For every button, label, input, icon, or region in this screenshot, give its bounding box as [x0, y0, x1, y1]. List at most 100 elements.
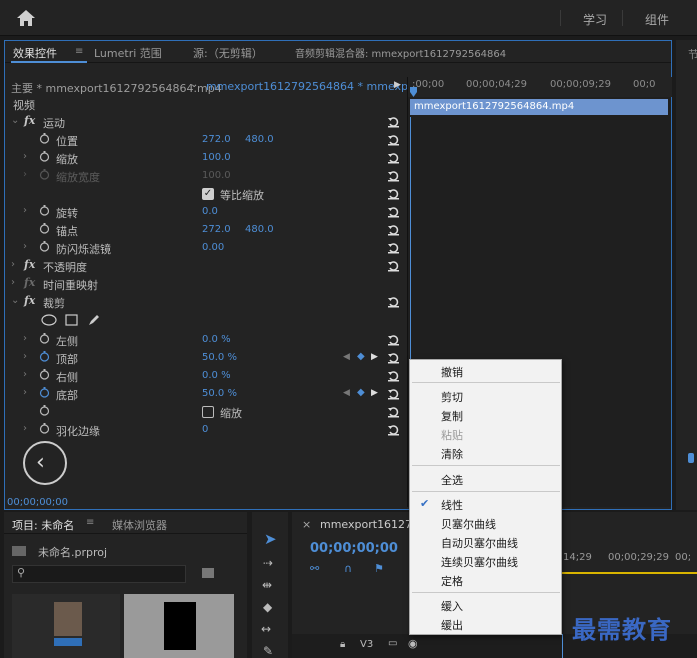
fx-icon[interactable]: fx	[24, 294, 35, 307]
reset-icon[interactable]	[387, 387, 400, 400]
bottom-value[interactable]: 50.0 %	[202, 388, 237, 399]
next-keyframe-icon[interactable]: ▶	[371, 352, 378, 362]
menu-item-clear[interactable]: 清除	[441, 446, 463, 462]
property-top[interactable]: › 顶部 50.0 % ◀ ◆ ▶	[5, 349, 407, 367]
pen-mask-icon[interactable]	[87, 313, 101, 327]
rectangle-mask-icon[interactable]	[65, 314, 78, 326]
anchor-x-value[interactable]: 272.0	[202, 224, 231, 235]
reset-icon[interactable]	[387, 223, 400, 236]
feather-value[interactable]: 0	[202, 424, 208, 435]
workspace-learn[interactable]: 学习	[583, 11, 607, 28]
home-icon[interactable]	[16, 9, 36, 27]
ellipse-mask-icon[interactable]	[41, 314, 57, 326]
menu-item-continuous-bezier[interactable]: 连续贝塞尔曲线	[441, 554, 518, 570]
add-keyframe-icon[interactable]: ◆	[357, 351, 365, 362]
razor-tool-icon[interactable]: ◆	[263, 600, 272, 614]
position-x-value[interactable]: 272.0	[202, 134, 231, 145]
chevron-down-icon[interactable]: ⌄	[11, 115, 19, 126]
chevron-right-icon[interactable]: ›	[23, 369, 27, 380]
reset-icon[interactable]	[387, 241, 400, 254]
fx-icon[interactable]: fx	[24, 114, 35, 127]
reset-icon[interactable]	[387, 133, 400, 146]
rotation-value[interactable]: 0.0	[202, 206, 218, 217]
clip-thumbnail[interactable]	[12, 594, 120, 658]
prev-keyframe-icon[interactable]: ◀	[343, 388, 350, 398]
chevron-right-icon[interactable]: ›	[23, 387, 27, 398]
fx-icon[interactable]: fx	[24, 258, 35, 271]
new-bin-icon[interactable]	[202, 568, 214, 578]
stopwatch-icon[interactable]	[39, 423, 50, 434]
nest-icon[interactable]: ⚯	[310, 562, 319, 575]
clip-bar[interactable]: mmexport1612792564864.mp4	[410, 99, 668, 115]
tab-effect-controls[interactable]: 效果控件	[13, 45, 57, 61]
menu-item-auto-bezier[interactable]: 自动贝塞尔曲线	[441, 535, 518, 551]
anchor-y-value[interactable]: 480.0	[245, 224, 274, 235]
right-value[interactable]: 0.0 %	[202, 370, 231, 381]
reset-icon[interactable]	[387, 169, 400, 182]
close-icon[interactable]: ×	[302, 518, 311, 531]
reset-icon[interactable]	[387, 351, 400, 364]
reset-icon[interactable]	[387, 405, 400, 418]
ripple-edit-tool-icon[interactable]: ⇹	[262, 578, 272, 592]
back-button[interactable]: ‹	[23, 441, 67, 485]
reset-icon[interactable]	[387, 205, 400, 218]
work-area-bar[interactable]	[562, 572, 697, 574]
sync-lock-icon[interactable]: ▭	[388, 638, 397, 649]
effect-crop[interactable]: ⌄ fx 裁剪	[5, 293, 407, 311]
reset-icon[interactable]	[387, 333, 400, 346]
effect-time-remap[interactable]: › fx 时间重映射	[5, 275, 407, 293]
menu-item-undo[interactable]: 撤销	[441, 364, 463, 380]
stopwatch-icon[interactable]	[39, 223, 50, 234]
chevron-right-icon[interactable]: ›	[23, 351, 27, 362]
chevron-right-icon[interactable]: ›	[23, 151, 27, 162]
playhead[interactable]	[410, 87, 417, 97]
menu-item-hold[interactable]: 定格	[441, 573, 463, 589]
chevron-right-icon[interactable]: ›	[11, 277, 15, 288]
tab-source[interactable]: 源:（无剪辑）	[193, 45, 263, 61]
chevron-down-icon[interactable]: ⌄	[190, 79, 198, 90]
menu-icon[interactable]: ≡	[75, 46, 83, 57]
property-right[interactable]: › 右侧 0.0 %	[5, 367, 407, 385]
property-feather[interactable]: › 羽化边缘 0	[5, 421, 407, 439]
sequence-thumbnail[interactable]	[124, 594, 234, 658]
menu-item-bezier[interactable]: 贝塞尔曲线	[441, 516, 496, 532]
zoom-checkbox[interactable]	[202, 406, 214, 418]
sequence-timecode[interactable]: 00;00;00;00	[310, 541, 398, 556]
stopwatch-icon[interactable]	[39, 369, 50, 380]
menu-item-ease-in[interactable]: 缓入	[441, 598, 463, 614]
slip-tool-icon[interactable]: ↔	[261, 622, 271, 636]
menu-icon[interactable]: ≡	[86, 517, 94, 528]
scale-value[interactable]: 100.0	[202, 152, 231, 163]
effect-opacity[interactable]: › fx 不透明度	[5, 257, 407, 275]
tab-project[interactable]: 项目: 未命名	[12, 517, 74, 533]
property-anti-flicker[interactable]: › 防闪烁滤镜 0.00	[5, 239, 407, 257]
property-bottom[interactable]: › 底部 50.0 % ◀ ◆ ▶	[5, 385, 407, 403]
effect-motion[interactable]: ⌄ fx 运动	[5, 113, 407, 131]
anti-flicker-value[interactable]: 0.00	[202, 242, 224, 253]
position-y-value[interactable]: 480.0	[245, 134, 274, 145]
chevron-down-icon[interactable]: ⌄	[11, 295, 19, 306]
property-rotation[interactable]: › 旋转 0.0	[5, 203, 407, 221]
reset-icon[interactable]	[387, 259, 400, 272]
reset-icon[interactable]	[387, 423, 400, 436]
top-value[interactable]: 50.0 %	[202, 352, 237, 363]
time-ruler[interactable]: :00;00 00;00;04;29 00;00;09;29 00;0	[408, 77, 672, 97]
reset-icon[interactable]	[387, 187, 400, 200]
property-position[interactable]: 位置 272.0 480.0	[5, 131, 407, 149]
property-zoom[interactable]: 缩放	[5, 403, 407, 421]
stopwatch-active-icon[interactable]	[39, 351, 50, 362]
property-anchor[interactable]: 锚点 272.0 480.0	[5, 221, 407, 239]
panel-tab-fragment[interactable]: 节	[688, 46, 697, 62]
chevron-right-icon[interactable]: ›	[23, 333, 27, 344]
stopwatch-icon[interactable]	[39, 205, 50, 216]
menu-item-copy[interactable]: 复制	[441, 408, 463, 424]
tab-media-browser[interactable]: 媒体浏览器	[112, 517, 167, 533]
menu-item-select-all[interactable]: 全选	[441, 472, 463, 488]
pen-tool-icon[interactable]: ✎	[263, 644, 273, 658]
stopwatch-icon[interactable]	[39, 151, 50, 162]
next-keyframe-icon[interactable]: ▶	[371, 388, 378, 398]
stopwatch-icon[interactable]	[39, 133, 50, 144]
play-triangle-icon[interactable]: ▶	[394, 80, 401, 90]
snap-icon[interactable]: ∩	[344, 562, 352, 575]
linked-selection-icon[interactable]: ⚑	[374, 562, 384, 575]
